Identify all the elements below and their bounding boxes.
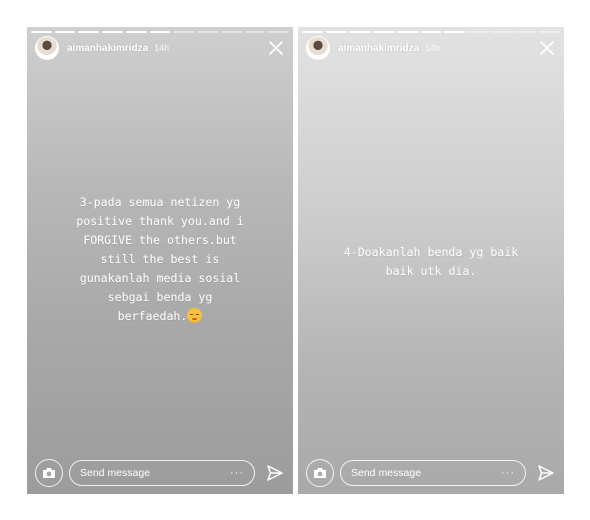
story-caption: 3-pada semua netizen yg positive thank y… [37,193,283,326]
story-panel-right[interactable]: aimanhakimridza 14h 4-Doakanlah benda yg… [298,27,564,494]
progress-segment [125,31,147,33]
send-message-input[interactable]: Send message ··· [69,460,255,486]
progress-segment [349,31,371,33]
progress-segment [78,31,100,33]
story-caption-text: 3-pada semua netizen yg positive thank y… [76,195,244,323]
story-progress-bar [302,31,561,33]
story-footer: Send message ··· [27,452,293,494]
progress-segment [325,31,347,33]
username[interactable]: aimanhakimridza [67,43,148,54]
post-time: 14h [154,43,170,53]
camera-icon[interactable] [35,459,63,487]
avatar[interactable] [35,36,59,60]
send-message-placeholder: Send message [80,467,151,479]
progress-segment [268,31,290,33]
progress-segment [515,31,537,33]
send-icon[interactable] [536,463,556,483]
more-options-icon[interactable]: ··· [230,467,244,479]
progress-segment [54,31,76,33]
progress-segment [444,31,466,33]
send-message-input[interactable]: Send message ··· [340,460,526,486]
progress-segment [197,31,218,33]
progress-segment [31,31,52,33]
more-options-icon[interactable]: ··· [501,467,515,479]
camera-icon[interactable] [306,459,334,487]
progress-segment [420,31,442,33]
progress-segment [373,31,394,33]
pensive-face-emoji-icon [187,308,203,323]
post-time: 14h [425,43,441,53]
progress-segment [491,31,513,33]
story-panel-left[interactable]: aimanhakimridza 14h 3-pada semua netizen… [27,27,293,494]
progress-segment [220,31,242,33]
story-progress-bar [31,31,290,33]
progress-segment [539,31,561,33]
progress-segment [396,31,418,33]
story-header: aimanhakimridza 14h [35,36,285,60]
close-icon[interactable] [267,39,285,57]
progress-segment [244,31,266,33]
story-caption-text: 4-Doakanlah benda yg baik baik utk dia. [343,245,519,278]
story-header: aimanhakimridza 14h [306,36,556,60]
close-icon[interactable] [538,39,556,57]
progress-segment [149,31,171,33]
story-footer: Send message ··· [298,452,564,494]
username[interactable]: aimanhakimridza [338,43,419,54]
send-icon[interactable] [265,463,285,483]
story-caption: 4-Doakanlah benda yg baik baik utk dia. [308,243,554,281]
progress-segment [102,31,123,33]
send-message-placeholder: Send message [351,467,422,479]
progress-segment [468,31,489,33]
progress-segment [302,31,323,33]
progress-segment [173,31,195,33]
avatar[interactable] [306,36,330,60]
